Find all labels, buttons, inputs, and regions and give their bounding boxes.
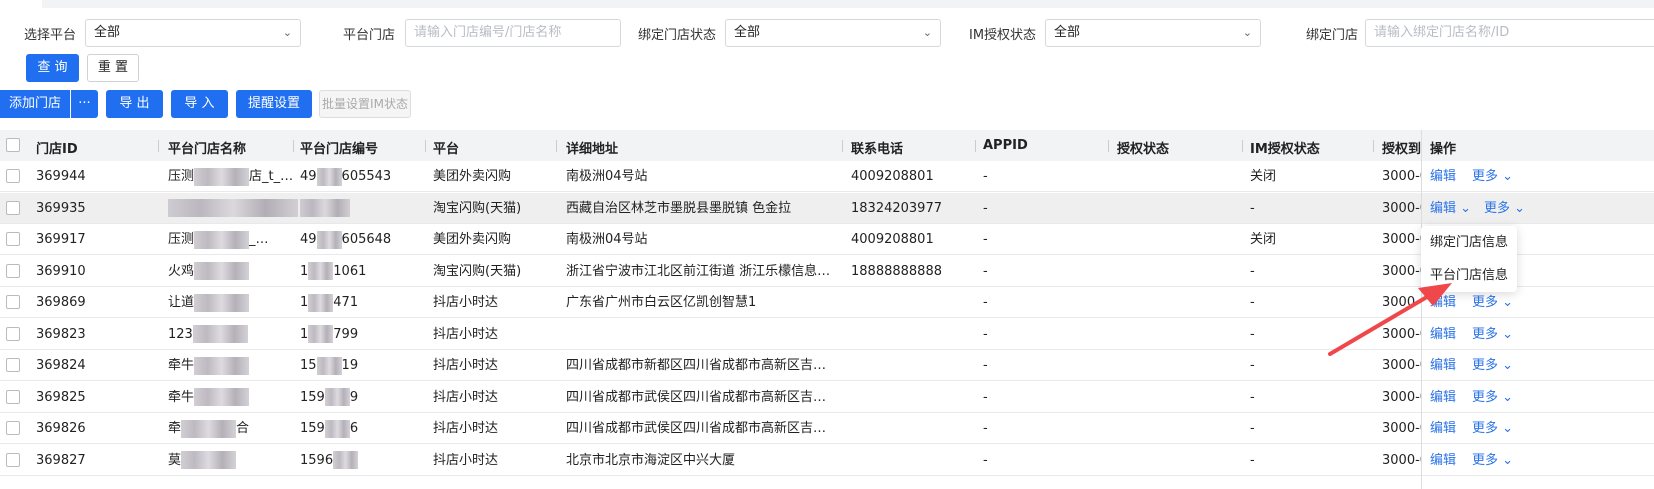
annotation-arrow-icon [1328,283,1452,356]
